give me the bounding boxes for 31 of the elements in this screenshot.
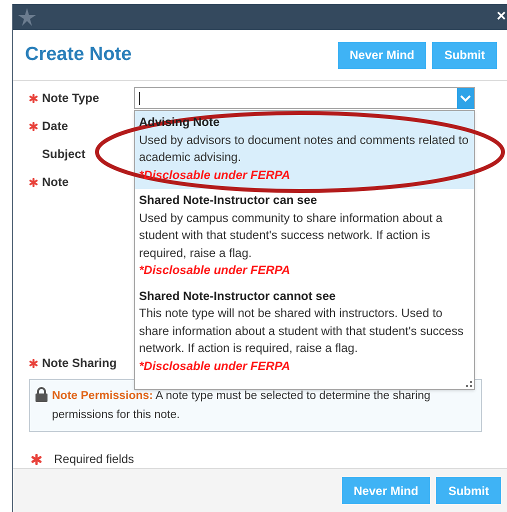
required-legend: Required fields: [54, 450, 134, 468]
permissions-text: Note Permissions: A note type must be selected to determine the sharing permissions for this note.: [52, 389, 432, 423]
dialog-button[interactable]: Submit: [432, 42, 497, 68]
required-icon: [29, 122, 38, 130]
required-icon: [31, 454, 42, 464]
ferpa-notice: *Disclosable under FERPA: [139, 358, 290, 374]
field-label: Date: [42, 118, 70, 135]
option-description: Used by advisors to document notes and comments related to academic advising.: [139, 132, 470, 166]
field-label: Note: [42, 174, 70, 191]
dialog-button[interactable]: Submit: [436, 477, 501, 504]
note-type-select[interactable]: [134, 87, 475, 109]
field-label: Subject: [42, 146, 86, 163]
star-logo-icon: [17, 7, 37, 27]
required-icon: [29, 358, 38, 368]
dialog-button[interactable]: Never Mind: [338, 42, 426, 68]
option-description: Used by campus community to share information about a student with that student's success network. If action is required, raise a flag.: [139, 210, 444, 262]
option-description: This note type will not be shared with instructors. Used to share information about a student with that student's success network. If action is required, raise a flag.: [139, 305, 464, 357]
field-label: Note Sharing: [42, 355, 118, 372]
ferpa-notice: *Disclosable under FERPA: [139, 166, 290, 184]
dialog-button[interactable]: Never Mind: [342, 477, 430, 504]
dialog-title: Create Note: [25, 42, 132, 67]
resize-grip-icon: [466, 381, 472, 387]
required-icon: [29, 178, 38, 186]
dropdown-option[interactable]: Shared Note-Instructor can see Used by campus community to share information about a student with that student's success network. If action is required, raise a flag. *Disclosable under FERPA: [135, 189, 474, 284]
close-button[interactable]: ×: [496, 9, 507, 25]
required-icon: [29, 94, 38, 102]
option-title: Shared Note-Instructor can see: [139, 192, 318, 209]
ferpa-notice: *Disclosable under FERPA: [139, 262, 290, 279]
lock-icon: [35, 387, 48, 402]
field-label: Note Type: [42, 90, 100, 107]
option-title: Shared Note-Instructor cannot see: [139, 288, 336, 304]
